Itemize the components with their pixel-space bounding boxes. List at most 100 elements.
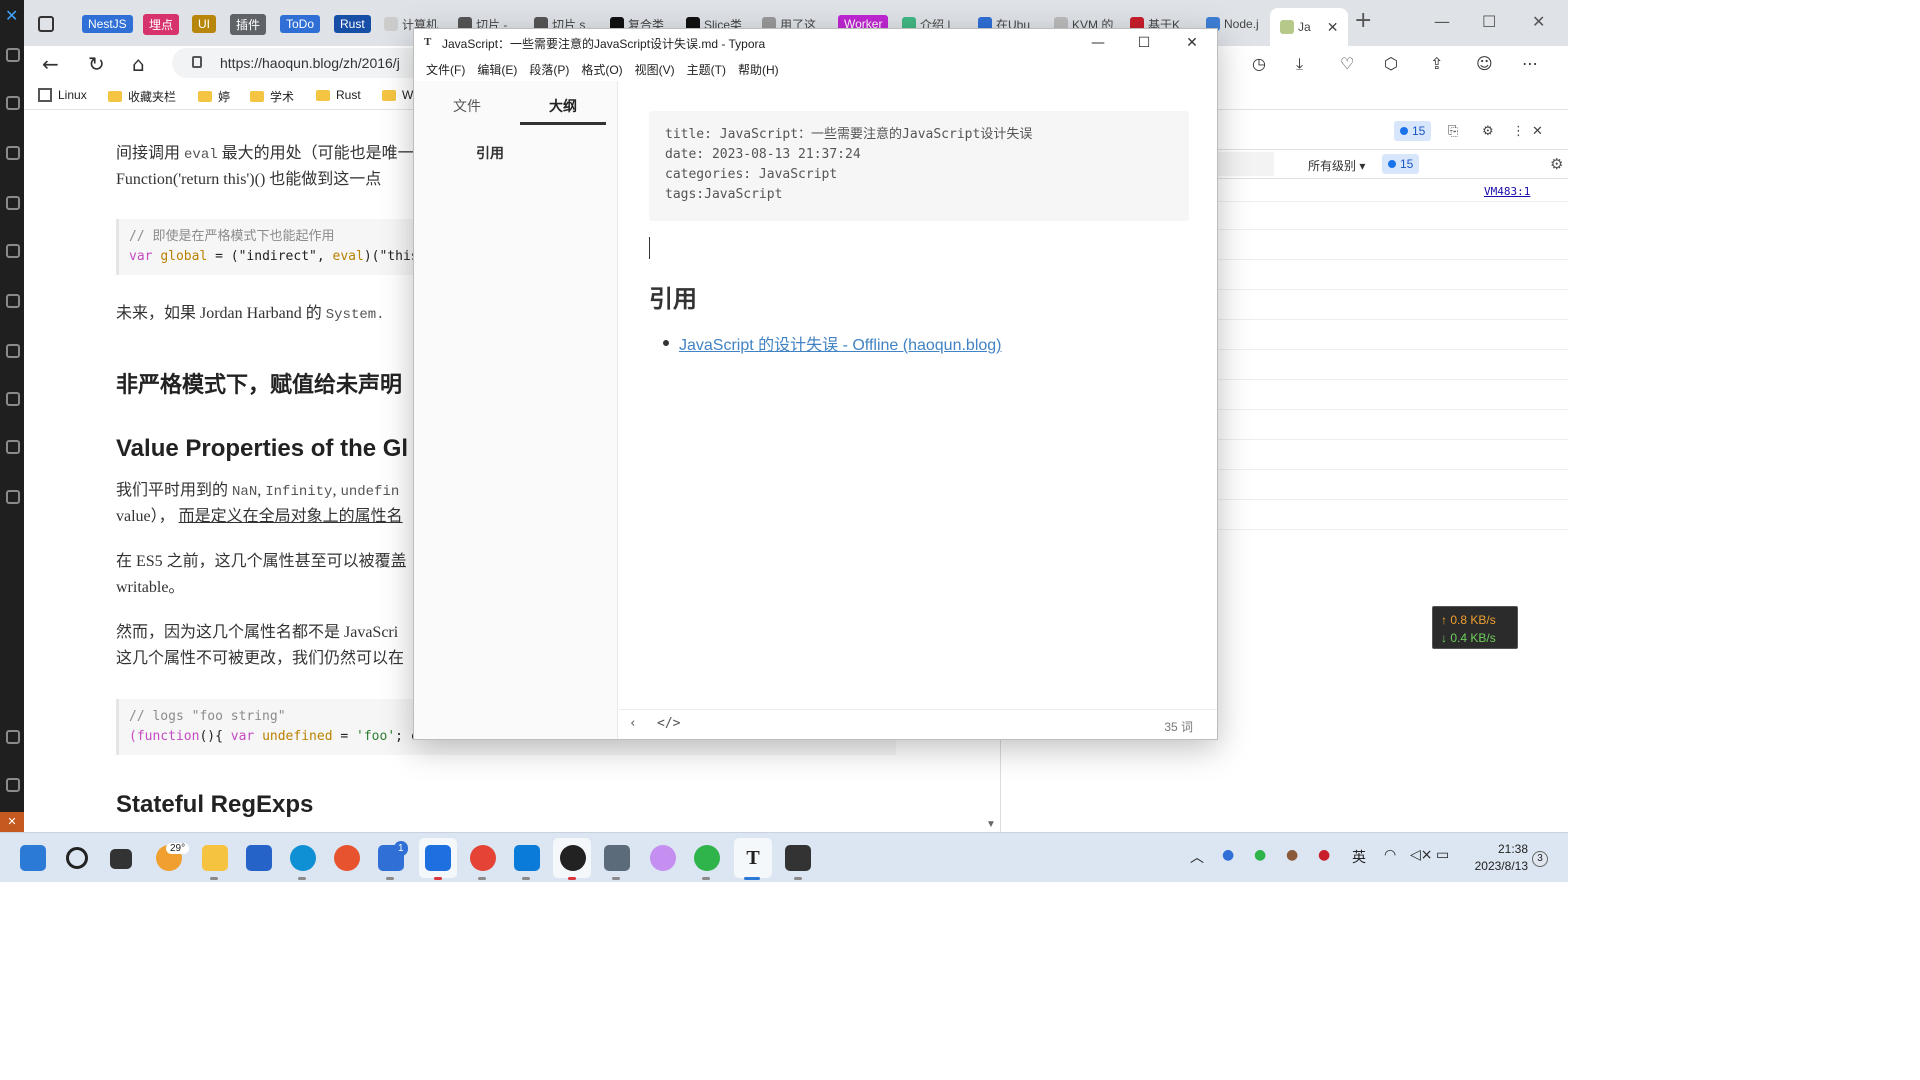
back-icon[interactable]: ← <box>42 52 59 76</box>
tab-actions-icon[interactable] <box>38 16 54 32</box>
log-level-select[interactable]: 所有级别 ▾ <box>1308 157 1365 174</box>
account-icon[interactable] <box>6 730 20 744</box>
file-explorer-icon[interactable] <box>202 845 228 871</box>
tab-javascript-active[interactable]: Ja ✕ <box>1270 8 1349 46</box>
performance-icon[interactable]: ♡ <box>1340 54 1354 73</box>
sidebar-tab-outline[interactable]: 大纲 <box>520 95 606 125</box>
outline-item[interactable]: 引用 <box>476 143 504 163</box>
wechat-icon[interactable] <box>694 845 720 871</box>
close-window-icon[interactable]: ✕ <box>1170 32 1214 54</box>
source-code-mode-icon[interactable]: </> <box>657 716 680 731</box>
remote-icon[interactable] <box>6 294 20 308</box>
docker-icon[interactable] <box>6 392 20 406</box>
edge-icon[interactable] <box>290 845 316 871</box>
search-icon[interactable] <box>6 96 20 110</box>
menu-file[interactable]: 文件(F) <box>420 57 471 81</box>
more-menu-icon[interactable]: ⋯ <box>1522 54 1538 73</box>
maximize-icon[interactable]: ☐ <box>1122 32 1166 54</box>
history-icon[interactable]: ◷ <box>1252 54 1266 73</box>
input-method-indicator[interactable]: 英 <box>1352 847 1366 867</box>
sidebar-tab-files[interactable]: 文件 <box>424 95 510 125</box>
source-control-icon[interactable] <box>6 146 20 160</box>
extensions-icon[interactable]: ⬡ <box>1384 54 1398 73</box>
tab-ui[interactable]: UI <box>188 12 220 36</box>
close-tab-icon[interactable]: ✕ <box>1327 19 1339 36</box>
lock-icon[interactable] <box>192 56 202 68</box>
menu-paragraph[interactable]: 段落(P) <box>523 57 575 81</box>
bookmark-ting[interactable]: 婷 <box>198 88 230 105</box>
chrome-icon[interactable] <box>470 845 496 871</box>
battery-icon[interactable]: ▭ <box>1436 847 1449 863</box>
close-window-icon[interactable]: ✕ <box>1532 12 1545 31</box>
paint-app-icon[interactable] <box>650 845 676 871</box>
typora-editor[interactable]: title: JavaScript：一些需要注意的JavaScript设计失误 … <box>619 81 1217 709</box>
task-view-icon[interactable] <box>110 849 132 869</box>
menu-edit[interactable]: 编辑(E) <box>471 57 523 81</box>
refresh-icon[interactable]: ↻ <box>88 52 105 76</box>
start-menu-icon[interactable] <box>20 845 46 871</box>
tray-antivirus-icon[interactable]: ● <box>1318 847 1330 863</box>
microsoft-store-icon[interactable] <box>246 845 272 871</box>
new-tab-icon[interactable]: + <box>1354 8 1372 33</box>
extensions-icon[interactable] <box>6 244 20 258</box>
home-icon[interactable]: ⌂ <box>132 52 145 76</box>
bookmark-icon[interactable] <box>6 490 20 504</box>
search-icon[interactable] <box>66 847 88 869</box>
firefox-icon[interactable] <box>334 845 360 871</box>
profile-icon[interactable]: ☺ <box>1476 54 1493 73</box>
more-options-icon[interactable]: ⋮ <box>1512 123 1525 139</box>
yaml-front-matter[interactable]: title: JavaScript：一些需要注意的JavaScript设计失误 … <box>649 111 1189 221</box>
typora-title-bar[interactable]: T JavaScript：一些需要注意的JavaScript设计失误.md - … <box>414 29 1217 57</box>
menu-theme[interactable]: 主题(T) <box>681 57 732 81</box>
volume-muted-icon[interactable]: ◁× <box>1410 847 1433 863</box>
share-icon[interactable]: ⇪ <box>1430 54 1443 73</box>
minimize-icon[interactable]: — <box>1434 12 1450 31</box>
vscode-icon[interactable] <box>514 845 540 871</box>
settings-gear-icon[interactable] <box>6 778 20 792</box>
console-settings-icon[interactable]: ⚙ <box>1550 155 1563 173</box>
issues-badge[interactable]: 15 <box>1382 154 1420 174</box>
tray-avatar-icon[interactable]: ● <box>1286 847 1298 863</box>
remote-status-icon[interactable]: ✕ <box>0 812 24 832</box>
messages-badge[interactable]: 15 <box>1394 121 1432 141</box>
downloads-icon[interactable]: ⤓ <box>1296 54 1303 74</box>
menu-format[interactable]: 格式(O) <box>575 57 628 81</box>
console-source-link[interactable]: VM483:1 <box>1484 185 1530 198</box>
dev-tool-icon[interactable] <box>604 845 630 871</box>
minimize-icon[interactable]: — <box>1076 32 1120 54</box>
tray-app-icon[interactable]: ● <box>1222 847 1234 863</box>
database-icon[interactable] <box>6 344 20 358</box>
system-clock[interactable]: 21:38 2023/8/13 <box>1466 841 1528 875</box>
tray-wechat-icon[interactable]: ● <box>1254 847 1266 863</box>
bookmark-w[interactable]: W <box>382 88 413 102</box>
vscode-icon[interactable]: ✕ <box>5 6 18 25</box>
tray-overflow-icon[interactable]: ︿ <box>1190 847 1204 867</box>
menu-help[interactable]: 帮助(H) <box>732 57 785 81</box>
wifi-icon[interactable]: ◠ <box>1384 847 1396 863</box>
reference-link[interactable]: JavaScript 的设计失误 - Offline (haoqun.blog) <box>679 331 1002 355</box>
bookmark-favorites[interactable]: 收藏夹栏 <box>108 88 176 105</box>
debug-icon[interactable] <box>6 196 20 210</box>
connect-device-icon[interactable]: ⎘ <box>1448 123 1458 139</box>
terminal-icon[interactable] <box>785 845 811 871</box>
scroll-down-icon[interactable]: ▼ <box>986 819 996 830</box>
git-graph-icon[interactable] <box>6 440 20 454</box>
close-devtools-icon[interactable]: ✕ <box>1532 123 1543 139</box>
explorer-icon[interactable] <box>6 48 20 62</box>
bookmark-linux[interactable]: Linux <box>38 88 87 102</box>
tab-tracking[interactable]: 埋点 <box>139 12 183 36</box>
bookmark-academic[interactable]: 学术 <box>250 88 294 105</box>
window-title: JavaScript：一些需要注意的JavaScript设计失误.md - Ty… <box>442 37 766 51</box>
menu-view[interactable]: 视图(V) <box>629 57 681 81</box>
bookmark-rust[interactable]: Rust <box>316 88 361 102</box>
toggle-sidebar-icon[interactable]: ‹ <box>629 716 637 731</box>
tab-plugins[interactable]: 插件 <box>226 12 270 36</box>
maximize-icon[interactable]: ☐ <box>1482 12 1496 31</box>
word-count[interactable]: 35 词 <box>1164 718 1193 735</box>
notification-count[interactable]: 3 <box>1532 851 1548 867</box>
settings-gear-icon[interactable]: ⚙ <box>1482 123 1494 139</box>
tab-rust[interactable]: Rust <box>330 12 375 36</box>
url-text[interactable]: https://haoqun.blog/zh/2016/j <box>220 55 400 71</box>
tab-todo[interactable]: ToDo <box>276 12 324 36</box>
tab-nestjs[interactable]: NestJS <box>78 12 137 36</box>
